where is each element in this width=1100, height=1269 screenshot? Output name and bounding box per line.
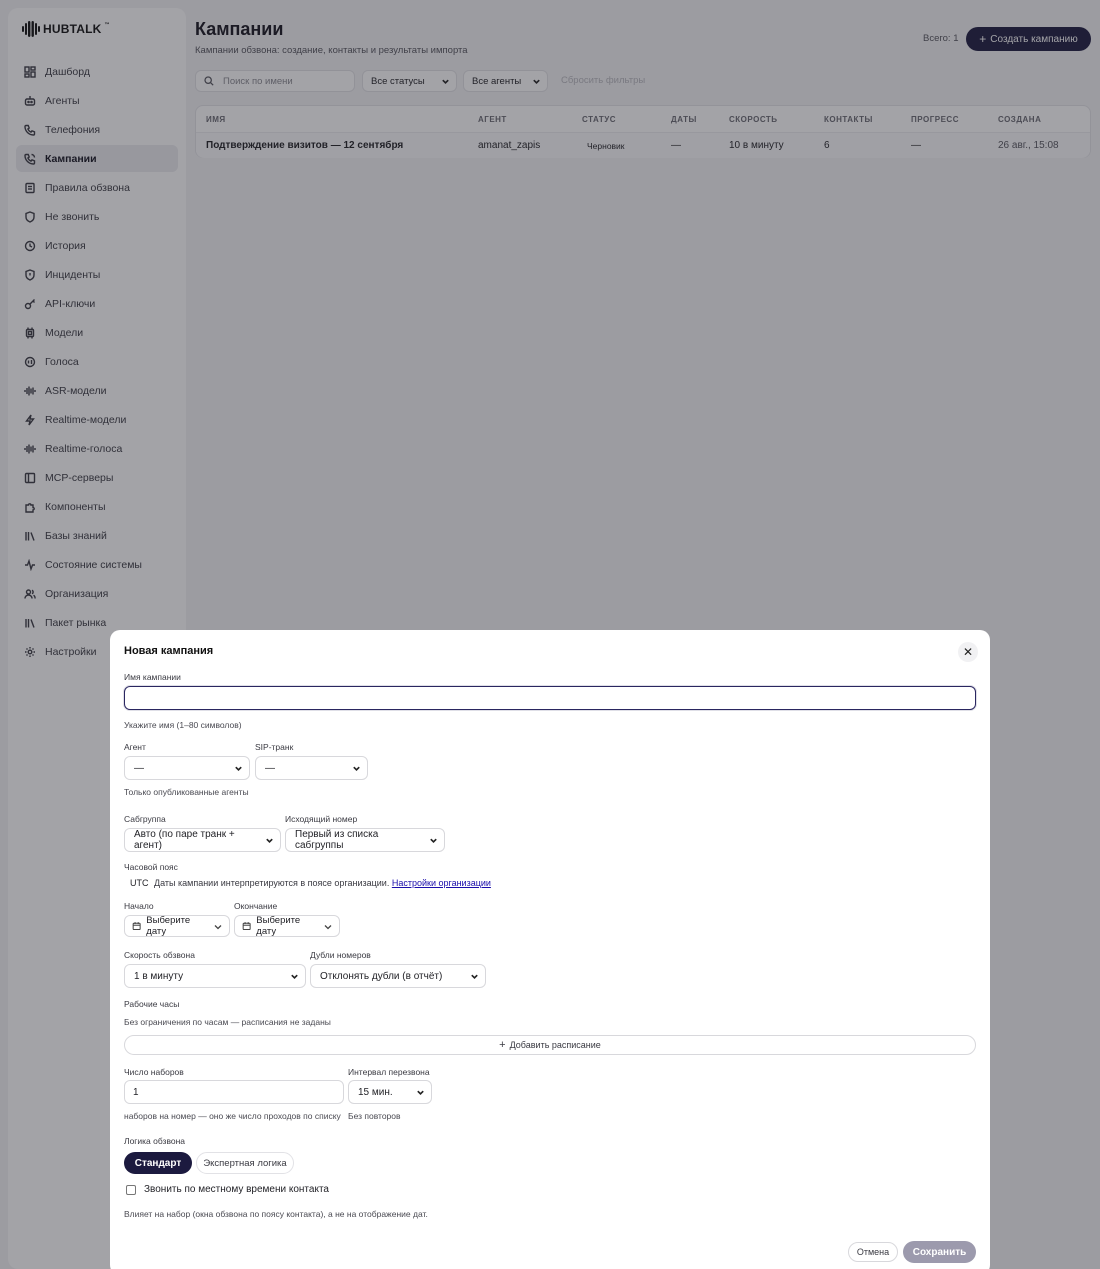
dial-count-input[interactable]: 1 xyxy=(124,1080,344,1104)
chevron-down-icon xyxy=(429,836,438,845)
retry-interval-hint: Без повторов xyxy=(348,1111,401,1121)
timezone-value: UTC xyxy=(130,878,149,888)
retry-interval-value: 15 мин. xyxy=(358,1086,393,1098)
chevron-down-icon xyxy=(416,1088,425,1097)
retry-interval-select[interactable]: 15 мин. xyxy=(348,1080,432,1104)
subgroup-value: Авто (по паре транк + агент) xyxy=(134,829,235,851)
plus-icon: + xyxy=(499,1038,506,1051)
local-time-label: Звонить по местному времени контакта xyxy=(144,1184,329,1195)
chevron-down-icon xyxy=(352,764,361,773)
dialog-title: Новая кампания xyxy=(124,645,214,657)
dial-speed-select[interactable]: 1 в минуту xyxy=(124,964,306,988)
calendar-icon xyxy=(242,922,251,930)
outgoing-number-value: Первый из списка сабгруппы xyxy=(295,829,379,851)
timezone-label: Часовой пояс xyxy=(124,862,178,872)
new-campaign-dialog: Новая кампания ✕ Имя кампании Укажите им… xyxy=(110,630,990,1269)
outgoing-number-label: Исходящий номер xyxy=(285,814,358,824)
campaign-name-label: Имя кампании xyxy=(124,672,181,682)
chevron-down-icon xyxy=(290,972,299,981)
save-button[interactable]: Сохранить xyxy=(903,1241,976,1263)
subgroup-select[interactable]: Авто (по паре транк + агент) xyxy=(124,828,281,852)
duplicates-label: Дубли номеров xyxy=(310,950,371,960)
start-date-label: Начало xyxy=(124,901,154,911)
calendar-icon xyxy=(132,922,141,930)
end-date-label: Окончание xyxy=(234,901,278,911)
chevron-down-icon xyxy=(323,922,332,931)
working-hours-label: Рабочие часы xyxy=(124,999,180,1009)
agent-label: Агент xyxy=(124,742,146,752)
sip-trunk-value: — xyxy=(265,762,275,774)
agent-select-value: — xyxy=(134,762,144,774)
dial-speed-value: 1 в минуту xyxy=(134,970,184,982)
retry-interval-label: Интервал перезвона xyxy=(348,1067,430,1077)
dial-logic-label: Логика обзвона xyxy=(124,1136,186,1146)
cancel-button[interactable]: Отмена xyxy=(848,1242,898,1262)
logic-expert-button[interactable]: Экспертная логика xyxy=(196,1152,294,1174)
dial-speed-label: Скорость обзвона xyxy=(124,950,195,960)
chevron-down-icon xyxy=(265,836,274,845)
chevron-down-icon xyxy=(213,922,222,931)
outgoing-number-select[interactable]: Первый из списка сабгруппы xyxy=(285,828,445,852)
logic-standard-button[interactable]: Стандарт xyxy=(124,1152,192,1174)
timezone-note: Даты кампании интерпретируются в поясе о… xyxy=(154,878,491,888)
add-schedule-button[interactable]: + Добавить расписание xyxy=(124,1035,976,1055)
dial-count-hint: наборов на номер — оно же число проходов… xyxy=(124,1111,341,1121)
local-time-option[interactable]: Звонить по местному времени контакта xyxy=(126,1184,329,1195)
sip-trunk-select[interactable]: — xyxy=(255,756,368,780)
subgroup-label: Сабгруппа xyxy=(124,814,166,824)
agent-hint: Только опубликованные агенты xyxy=(124,787,249,797)
dial-count-label: Число наборов xyxy=(124,1067,184,1077)
org-settings-link[interactable]: Настройки организации xyxy=(392,878,491,888)
campaign-name-input[interactable] xyxy=(124,686,976,710)
start-date-picker[interactable]: Выберите дату xyxy=(124,915,230,937)
duplicates-select[interactable]: Отклонять дубли (в отчёт) xyxy=(310,964,486,988)
working-hours-note: Без ограничения по часам — расписания не… xyxy=(124,1017,331,1027)
chevron-down-icon xyxy=(234,764,243,773)
agent-select[interactable]: — xyxy=(124,756,250,780)
duplicates-value: Отклонять дубли (в отчёт) xyxy=(320,970,443,982)
end-date-picker[interactable]: Выберите дату xyxy=(234,915,340,937)
campaign-name-hint: Укажите имя (1–80 символов) xyxy=(124,720,242,730)
sip-trunk-label: SIP-транк xyxy=(255,742,294,752)
close-button[interactable]: ✕ xyxy=(958,642,978,662)
local-time-checkbox[interactable] xyxy=(126,1184,136,1195)
chevron-down-icon xyxy=(470,972,479,981)
add-schedule-label: Добавить расписание xyxy=(509,1040,601,1050)
timezone-note-text: Даты кампании интерпретируются в поясе о… xyxy=(154,878,390,888)
local-time-hint: Влияет на набор (окна обзвона по поясу к… xyxy=(124,1209,428,1219)
end-date-value: Выберите дату xyxy=(256,915,301,937)
close-icon: ✕ xyxy=(962,645,974,659)
start-date-value: Выберите дату xyxy=(146,915,191,937)
